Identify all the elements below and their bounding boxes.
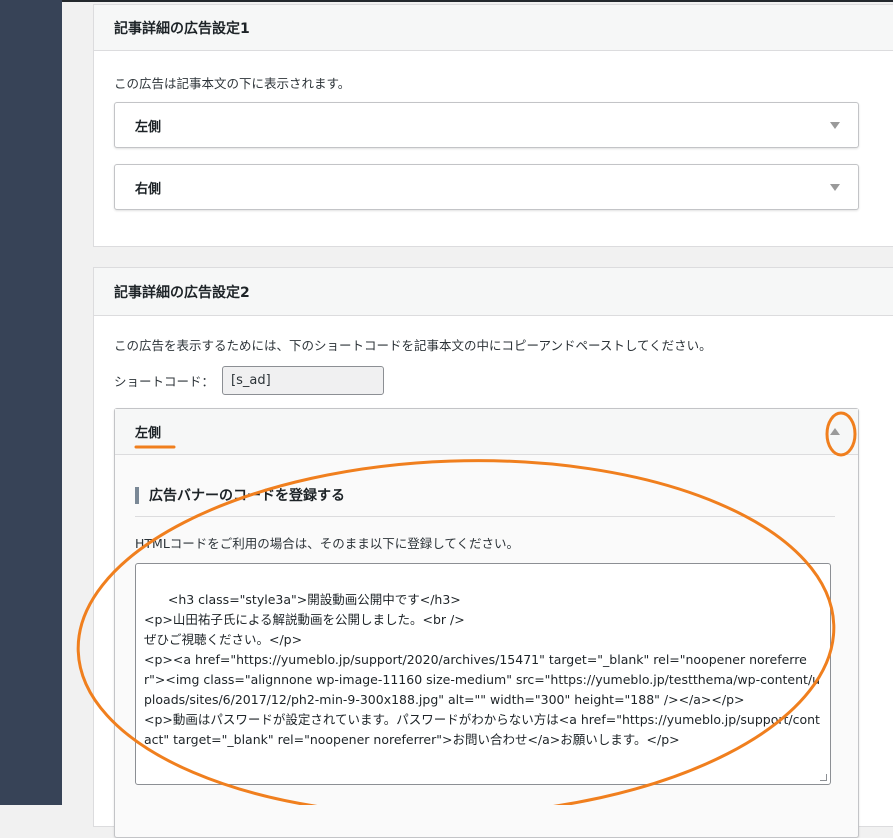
accordion-right[interactable]: 右側 — [114, 164, 859, 210]
panel-1-description: この広告は記事本文の下に表示されます。 — [114, 76, 351, 91]
top-border — [62, 0, 893, 2]
accordion-left-open-label: 左側 — [135, 426, 162, 441]
accordion-left-open-header[interactable]: 左側 — [115, 409, 858, 455]
shortcode-input[interactable] — [222, 366, 385, 395]
resize-handle[interactable] — [820, 774, 827, 781]
shortcode-row: ショートコード： — [114, 366, 385, 395]
accordion-left[interactable]: 左側 — [114, 102, 859, 148]
chevron-up-icon[interactable] — [830, 428, 840, 435]
ad-settings-panel-1: 記事詳細の広告設定1 この広告は記事本文の下に表示されます。 左側 右側 — [93, 4, 893, 247]
panel-1-title: 記事詳細の広告設定1 — [94, 5, 893, 51]
accordion-left-open: 左側 広告バナーのコードを登録する HTMLコードをご利用の場合は、そのまま以下… — [114, 408, 859, 838]
panel-2-description: この広告を表示するためには、下のショートコードを記事本文の中にコピーアンドペース… — [114, 338, 712, 353]
shortcode-label: ショートコード： — [114, 374, 215, 389]
section-bar — [135, 487, 139, 504]
banner-code-textarea[interactable]: <h3 class="style3a">開設動画公開中です</h3> <p>山田… — [135, 563, 831, 785]
banner-code-section-title: 広告バナーのコードを登録する — [135, 485, 835, 517]
ad-settings-panel-2: 記事詳細の広告設定2 この広告を表示するためには、下のショートコードを記事本文の… — [93, 267, 893, 838]
chevron-down-icon[interactable] — [830, 121, 840, 129]
accordion-left-label: 左側 — [135, 119, 162, 135]
panel-2-title: 記事詳細の広告設定2 — [94, 268, 893, 316]
html-code-description: HTMLコードをご利用の場合は、そのまま以下に登録してください。 — [135, 536, 520, 551]
banner-code-text: <h3 class="style3a">開設動画公開中です</h3> <p>山田… — [144, 592, 821, 747]
chevron-down-icon[interactable] — [830, 183, 840, 191]
section-title-text: 広告バナーのコードを登録する — [149, 488, 345, 504]
accordion-right-label: 右側 — [135, 181, 162, 197]
admin-sidebar — [0, 0, 62, 805]
